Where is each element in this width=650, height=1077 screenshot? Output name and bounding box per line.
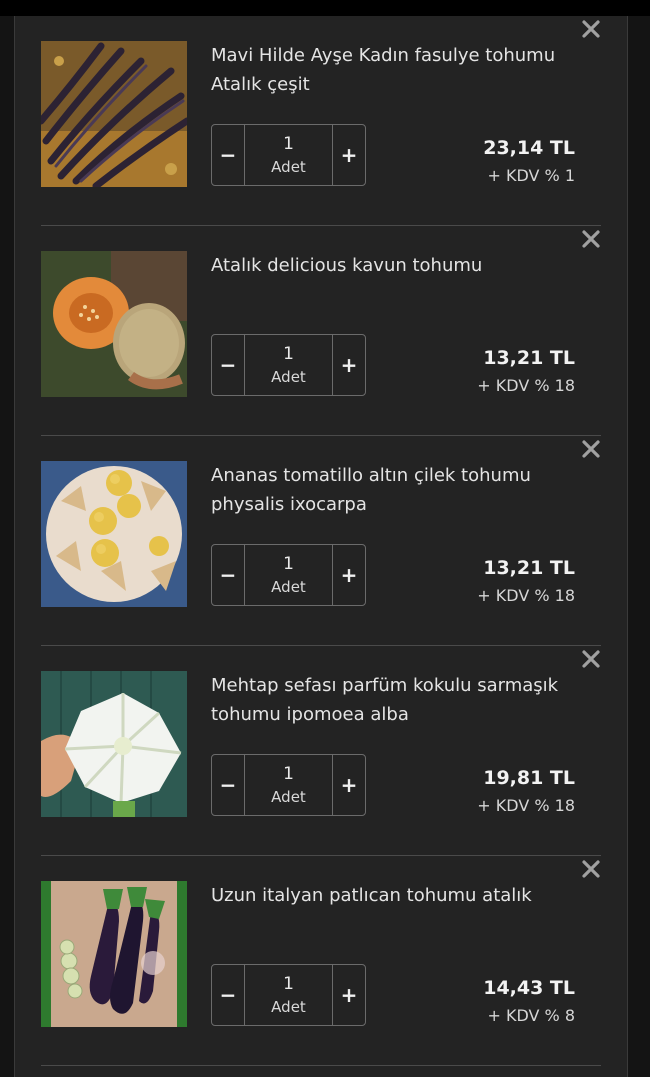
product-title[interactable]: Ananas tomatillo altın çilek tohumu phys…	[211, 461, 571, 519]
cantaloupe-image	[41, 251, 187, 397]
increase-quantity-button[interactable]: +	[333, 545, 365, 605]
quantity-stepper: − 1 Adet +	[211, 544, 366, 606]
product-image[interactable]	[41, 671, 187, 817]
price-block: 13,21 TL + KDV % 18	[477, 554, 575, 610]
quantity-display[interactable]: 1 Adet	[244, 335, 333, 395]
quantity-value: 1	[283, 134, 294, 154]
increase-quantity-button[interactable]: +	[333, 125, 365, 185]
cart-item: Uzun italyan patlıcan tohumu atalık − 1 …	[41, 856, 601, 1066]
price-vat: + KDV % 1	[487, 166, 575, 185]
decrease-quantity-button[interactable]: −	[212, 125, 244, 185]
quantity-value: 1	[283, 344, 294, 364]
quantity-display[interactable]: 1 Adet	[244, 965, 333, 1025]
price-amount: 14,43 TL	[483, 977, 575, 999]
quantity-value: 1	[283, 554, 294, 574]
close-icon	[582, 650, 600, 668]
price-vat: + KDV % 18	[477, 376, 575, 395]
moonflower-image	[41, 671, 187, 817]
price-vat: + KDV % 18	[477, 586, 575, 605]
product-title[interactable]: Atalık delicious kavun tohumu	[211, 251, 571, 280]
remove-item-button[interactable]	[581, 229, 601, 249]
quantity-display[interactable]: 1 Adet	[244, 755, 333, 815]
quantity-unit: Adet	[271, 788, 306, 806]
product-image[interactable]	[41, 461, 187, 607]
cart-item: Atalık delicious kavun tohumu − 1 Adet +…	[41, 226, 601, 436]
quantity-value: 1	[283, 764, 294, 784]
price-amount: 13,21 TL	[483, 347, 575, 369]
quantity-unit: Adet	[271, 998, 306, 1016]
quantity-unit: Adet	[271, 578, 306, 596]
decrease-quantity-button[interactable]: −	[212, 545, 244, 605]
item-divider	[41, 1065, 601, 1066]
right-gutter	[626, 16, 650, 1077]
close-icon	[582, 860, 600, 878]
quantity-stepper: − 1 Adet +	[211, 964, 366, 1026]
quantity-unit: Adet	[271, 158, 306, 176]
price-block: 19,81 TL + KDV % 18	[477, 764, 575, 820]
quantity-value: 1	[283, 974, 294, 994]
increase-quantity-button[interactable]: +	[333, 965, 365, 1025]
cart-item: Ananas tomatillo altın çilek tohumu phys…	[41, 436, 601, 646]
close-icon	[582, 230, 600, 248]
product-image[interactable]	[41, 251, 187, 397]
physalis-image	[41, 461, 187, 607]
quantity-display[interactable]: 1 Adet	[244, 545, 333, 605]
close-icon	[582, 20, 600, 38]
price-amount: 13,21 TL	[483, 557, 575, 579]
price-block: 14,43 TL + KDV % 8	[483, 974, 575, 1030]
quantity-display[interactable]: 1 Adet	[244, 125, 333, 185]
quantity-stepper: − 1 Adet +	[211, 754, 366, 816]
product-title[interactable]: Mehtap sefası parfüm kokulu sarmaşık toh…	[211, 671, 571, 729]
price-amount: 19,81 TL	[483, 767, 575, 789]
status-bar	[0, 0, 650, 16]
remove-item-button[interactable]	[581, 859, 601, 879]
cart-panel: Mavi Hilde Ayşe Kadın fasulye tohumu Ata…	[14, 16, 628, 1077]
cart-item: Mehtap sefası parfüm kokulu sarmaşık toh…	[41, 646, 601, 856]
product-title[interactable]: Mavi Hilde Ayşe Kadın fasulye tohumu Ata…	[211, 41, 571, 99]
price-block: 23,14 TL + KDV % 1	[483, 134, 575, 190]
remove-item-button[interactable]	[581, 649, 601, 669]
increase-quantity-button[interactable]: +	[333, 335, 365, 395]
quantity-stepper: − 1 Adet +	[211, 124, 366, 186]
purple-beans-image	[41, 41, 187, 187]
price-amount: 23,14 TL	[483, 137, 575, 159]
product-image[interactable]	[41, 41, 187, 187]
quantity-unit: Adet	[271, 368, 306, 386]
eggplant-image	[41, 881, 187, 1027]
remove-item-button[interactable]	[581, 19, 601, 39]
price-vat: + KDV % 8	[487, 1006, 575, 1025]
product-title[interactable]: Uzun italyan patlıcan tohumu atalık	[211, 881, 571, 910]
decrease-quantity-button[interactable]: −	[212, 965, 244, 1025]
decrease-quantity-button[interactable]: −	[212, 755, 244, 815]
price-block: 13,21 TL + KDV % 18	[477, 344, 575, 400]
left-gutter	[0, 16, 14, 1077]
increase-quantity-button[interactable]: +	[333, 755, 365, 815]
decrease-quantity-button[interactable]: −	[212, 335, 244, 395]
quantity-stepper: − 1 Adet +	[211, 334, 366, 396]
cart-item: Mavi Hilde Ayşe Kadın fasulye tohumu Ata…	[41, 16, 601, 226]
price-vat: + KDV % 18	[477, 796, 575, 815]
remove-item-button[interactable]	[581, 439, 601, 459]
product-image[interactable]	[41, 881, 187, 1027]
close-icon	[582, 440, 600, 458]
